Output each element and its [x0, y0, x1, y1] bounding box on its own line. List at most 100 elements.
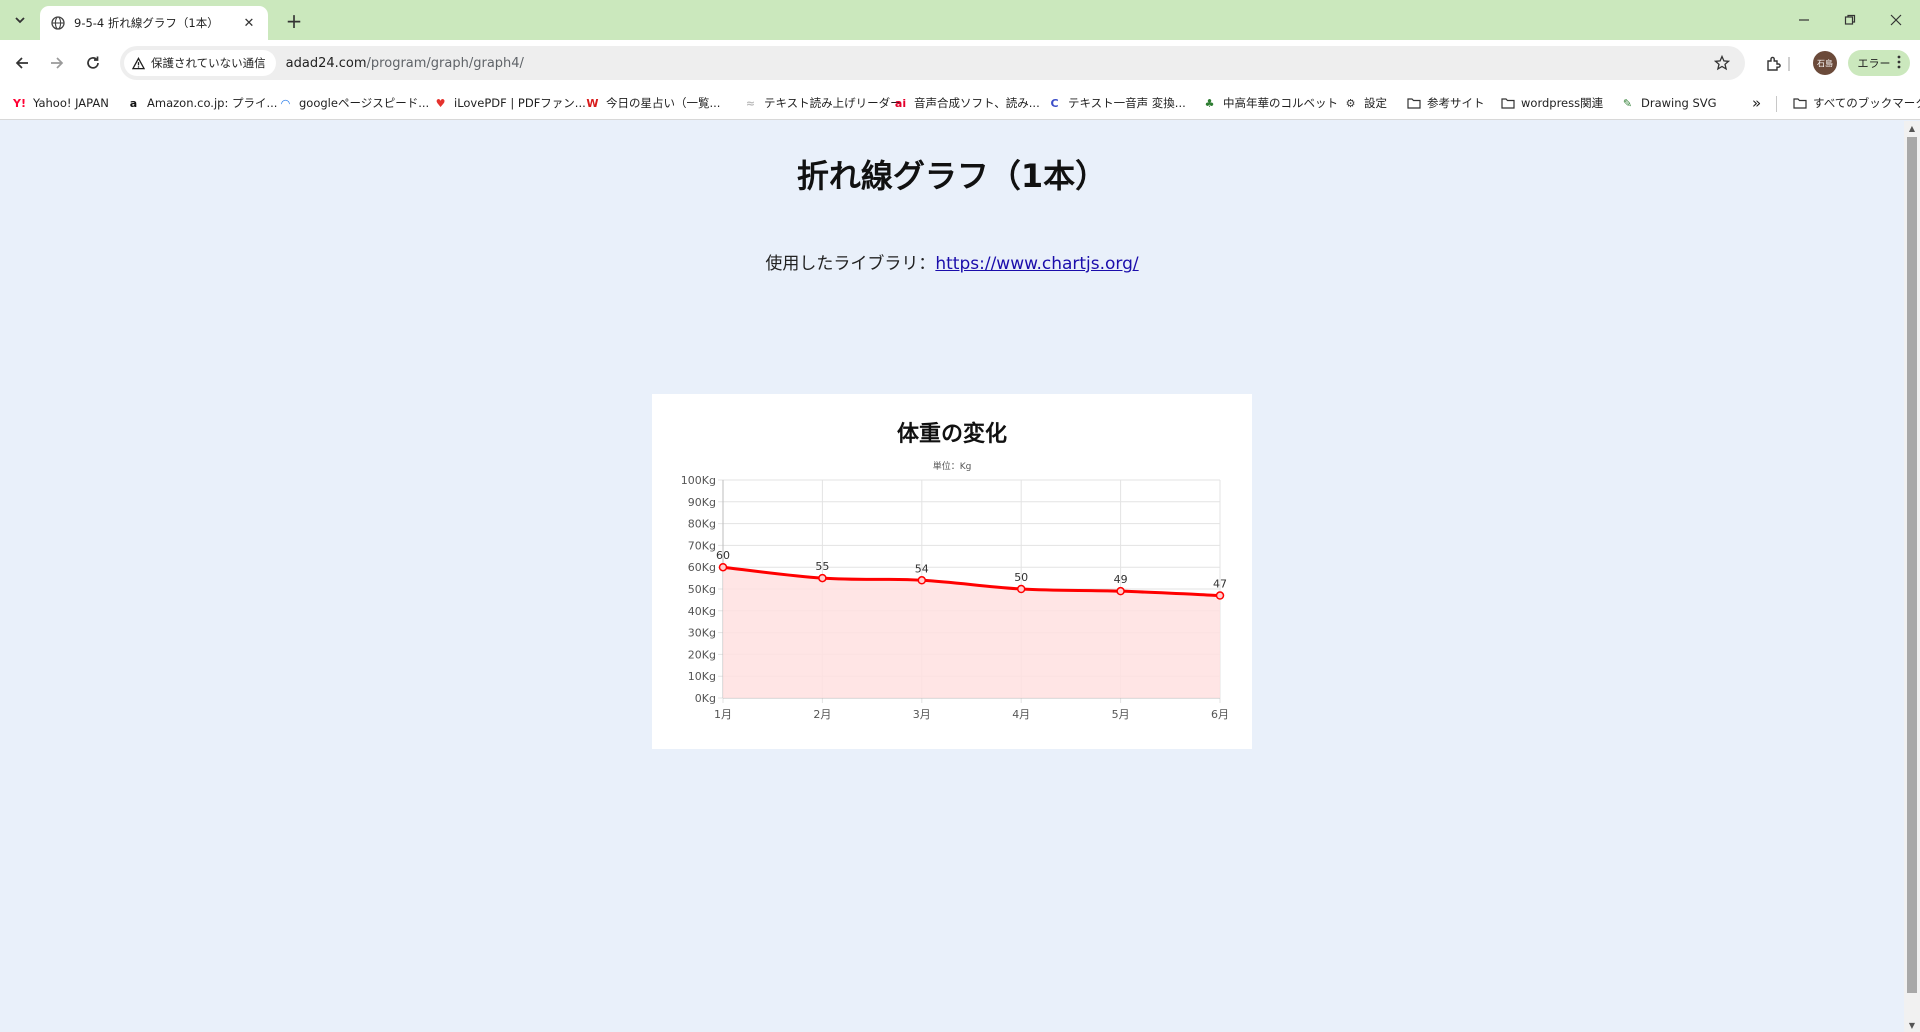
- y-tick-label: 10Kg: [688, 670, 716, 683]
- bookmark-item[interactable]: ◠ googleページスピード...: [278, 94, 429, 112]
- data-point: [1116, 586, 1125, 596]
- bookmark-item[interactable]: W 今日の星占い（一覧...: [585, 94, 720, 112]
- bookmark-item[interactable]: ⚙ 設定: [1343, 94, 1387, 112]
- y-tick-label: 30Kg: [688, 627, 716, 640]
- browser-toolbar: 保護されていない通信 adad24.com/program/graph/grap…: [0, 40, 1920, 86]
- y-tick-label: 70Kg: [688, 539, 716, 552]
- page-title: 折れ線グラフ（1本）: [796, 157, 1108, 195]
- bookmark-item[interactable]: C テキスト一音声 変換...: [1047, 94, 1186, 112]
- url-text[interactable]: adad24.com/program/graph/graph4/: [286, 56, 524, 71]
- url-path: /program/graph/graph4/: [366, 55, 524, 71]
- bookmark-favicon-icon: W: [586, 96, 599, 110]
- bookmark-favicon-icon: ✎: [1622, 96, 1633, 110]
- back-button[interactable]: [9, 50, 35, 76]
- forward-button[interactable]: [44, 50, 70, 76]
- data-label: 60: [716, 549, 730, 562]
- extensions-icon[interactable]: [1760, 50, 1786, 76]
- x-tick-label: 1月: [714, 708, 732, 721]
- bookmark-item[interactable]: ≈ テキスト読み上げリーダー: [743, 94, 902, 112]
- security-chip[interactable]: 保護されていない通信: [124, 50, 276, 76]
- address-bar[interactable]: 保護されていない通信 adad24.com/program/graph/grap…: [120, 46, 1745, 80]
- toolbar-divider: [1788, 57, 1790, 71]
- bookmarks-divider: [1776, 96, 1777, 112]
- data-point: [1215, 591, 1225, 600]
- page-scrollbar[interactable]: ▲ ▼: [1904, 121, 1920, 1032]
- warning-icon: [132, 56, 145, 70]
- bookmark-item[interactable]: a Amazon.co.jp: プライ...: [126, 94, 278, 112]
- reload-button[interactable]: [80, 50, 106, 76]
- bookmark-label: テキスト一音声 変換...: [1068, 96, 1186, 110]
- bookmark-favicon-icon: ♥: [435, 96, 446, 110]
- x-tick-label: 3月: [913, 708, 931, 721]
- security-label: 保護されていない通信: [151, 56, 266, 70]
- tab-title: 9-5-4 折れ線グラフ（1本）: [74, 16, 219, 30]
- all-bookmarks[interactable]: すべてのブックマーク: [1792, 94, 1920, 112]
- y-tick-label: 60Kg: [688, 561, 716, 574]
- bookmark-favicon-icon: ⚙: [1345, 96, 1356, 110]
- scroll-thumb[interactable]: [1907, 137, 1917, 993]
- bookmarks-overflow-icon[interactable]: »: [1752, 94, 1761, 112]
- restore-icon[interactable]: [1836, 6, 1864, 34]
- tab-bar: 9-5-4 折れ線グラフ（1本） ✕ +: [0, 0, 1920, 40]
- bookmark-item[interactable]: ♣ 中高年華のコルベット: [1202, 94, 1338, 112]
- arrow-left-icon: [15, 57, 28, 69]
- bookmark-favicon-icon: ≈: [745, 96, 756, 110]
- library-line: 使用したライブラリ：https://www.chartjs.org/: [0, 249, 1904, 274]
- data-point: [818, 573, 827, 583]
- line-chart: 0Kg 10Kg 20Kg 30Kg 40Kg 50Kg 60Kg 70Kg 80Kg 90Kg 1…: [681, 474, 1229, 721]
- data-label: 49: [1114, 573, 1128, 586]
- bookmark-item[interactable]: ai 音声合成ソフト、読み...: [893, 94, 1040, 112]
- bookmark-item[interactable]: 参考サイト: [1406, 94, 1485, 112]
- close-window-icon[interactable]: [1882, 6, 1910, 34]
- library-link[interactable]: https://www.chartjs.org/: [935, 254, 1138, 274]
- bookmark-favicon-icon: Y!: [13, 96, 26, 110]
- data-label: 54: [915, 562, 929, 575]
- url-host: adad24.com: [285, 55, 367, 71]
- bookmark-label: googleページスピード...: [299, 96, 430, 110]
- bookmark-label: wordpress関連: [1521, 96, 1604, 110]
- bookmark-label: テキスト読み上げリーダー: [764, 96, 902, 110]
- x-tick-label: 2月: [813, 708, 831, 721]
- close-tab-icon[interactable]: ✕: [240, 14, 258, 32]
- y-tick-label: 0Kg: [695, 692, 716, 705]
- bookmark-favicon-icon: C: [1050, 96, 1059, 110]
- bookmark-star-icon[interactable]: [1713, 54, 1731, 72]
- bookmark-label: 中高年華のコルベット: [1223, 96, 1338, 110]
- profile-error-chip[interactable]: エラー: [1848, 50, 1910, 76]
- minimize-icon[interactable]: [1790, 6, 1818, 34]
- bookmark-label: Drawing SVG: [1641, 96, 1717, 110]
- bookmark-item[interactable]: Y! Yahoo! JAPAN: [12, 94, 109, 112]
- error-label: エラー: [1857, 57, 1891, 70]
- y-tick-label: 100Kg: [681, 474, 716, 487]
- globe-icon: [50, 15, 66, 31]
- data-label: 55: [815, 560, 829, 573]
- data-point: [1016, 584, 1026, 594]
- bookmark-label: Amazon.co.jp: プライ...: [147, 96, 278, 110]
- x-tick-label: 5月: [1112, 708, 1130, 721]
- new-tab-button[interactable]: +: [282, 9, 306, 33]
- x-tick-label: 4月: [1012, 708, 1030, 721]
- bookmark-label: 今日の星占い（一覧...: [606, 96, 721, 110]
- bookmark-item[interactable]: ♥ iLovePDF | PDFファン...: [433, 94, 586, 112]
- scroll-down-icon[interactable]: ▼: [1904, 1018, 1920, 1032]
- bookmark-label: iLovePDF | PDFファン...: [454, 96, 586, 110]
- data-label: 47: [1213, 578, 1227, 591]
- y-tick-label: 20Kg: [688, 648, 716, 661]
- active-tab[interactable]: 9-5-4 折れ線グラフ（1本） ✕: [40, 6, 268, 40]
- data-label: 50: [1014, 571, 1028, 584]
- bookmark-item[interactable]: ✎ Drawing SVG: [1620, 94, 1717, 112]
- tab-search-button[interactable]: [8, 8, 32, 32]
- chevron-down-icon: [15, 17, 25, 24]
- profile-avatar[interactable]: 石島: [1813, 51, 1837, 75]
- library-prefix: 使用したライブラリ：: [765, 254, 936, 274]
- page-content: 折れ線グラフ（1本） 使用したライブラリ：https://www.chartjs…: [0, 121, 1904, 1032]
- bookmarks-bar: » すべてのブックマーク Y! Yahoo! JAPAN a Amazon.co.jp…: [0, 86, 1920, 120]
- bookmark-item[interactable]: wordpress関連: [1500, 94, 1603, 112]
- series-area: [723, 567, 1220, 698]
- chart-card: 体重の変化 単位：Kg 0Kg 10Kg 20Kg 30Kg 40Kg 50Kg 60Kg 7…: [652, 394, 1252, 749]
- scroll-up-icon[interactable]: ▲: [1904, 121, 1920, 135]
- arrow-right-icon: [51, 57, 64, 69]
- bookmark-label: Yahoo! JAPAN: [33, 96, 109, 110]
- x-tick-label: 6月: [1211, 708, 1229, 721]
- all-bookmarks-label: すべてのブックマーク: [1813, 96, 1920, 110]
